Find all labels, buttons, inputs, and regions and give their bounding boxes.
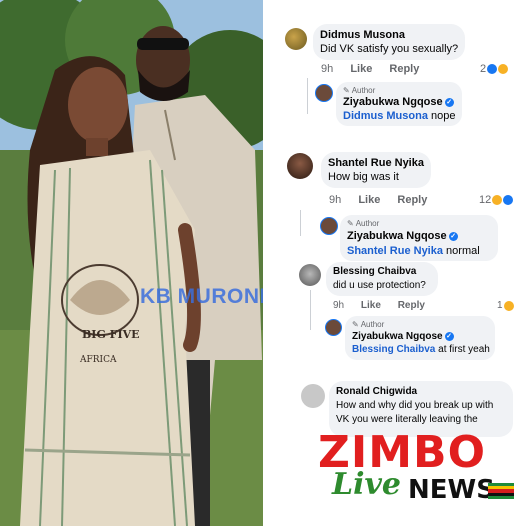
- reaction-number: 12: [479, 194, 492, 206]
- reaction-number: 2: [480, 63, 487, 75]
- verified-badge-icon: ✓: [444, 331, 454, 341]
- zimbo-live-news-logo: ZIMBO Live NEWS: [312, 425, 522, 525]
- pencil-icon: ✎: [352, 320, 359, 329]
- couple-photo: BIG FIVE AFRICA KB MURONDAH: [0, 0, 263, 526]
- comment-time: 9h: [329, 194, 342, 206]
- reply-body: nope: [431, 110, 456, 122]
- like-link[interactable]: Like: [350, 63, 372, 75]
- comment-text: did u use protection?: [333, 280, 426, 291]
- comment-bubble: Didmus Musona Did VK satisfy you sexuall…: [313, 24, 465, 60]
- reply-link[interactable]: Reply: [398, 300, 425, 311]
- reply-author-name: Ziyabukwa Ngqose: [347, 230, 447, 242]
- author-tag-label: Author: [355, 219, 380, 228]
- like-link[interactable]: Like: [361, 300, 381, 311]
- verified-badge-icon: ✓: [444, 97, 454, 107]
- pencil-icon: ✎: [343, 86, 350, 95]
- reply-text: Blessing Chaibva at first yeah: [352, 344, 490, 355]
- author-tag: ✎ Author: [343, 86, 375, 95]
- comment-author[interactable]: Ronald Chigwida: [336, 386, 417, 397]
- pencil-icon: ✎: [347, 219, 354, 228]
- haha-reaction-icon: [498, 64, 509, 74]
- africa-print: AFRICA: [79, 355, 117, 365]
- thread-line: [310, 290, 311, 330]
- comment-text-line: VK you were literally leaving the: [336, 414, 478, 425]
- big-five-print: BIG FIVE: [82, 328, 140, 341]
- reply-author[interactable]: Ziyabukwa Ngqose ✓: [352, 331, 454, 342]
- comment-author[interactable]: Didmus Musona: [320, 29, 405, 41]
- comment-author[interactable]: Shantel Rue Nyika: [328, 157, 424, 169]
- reaction-number: 1: [497, 300, 503, 311]
- comment-text-line: How and why did you break up with: [336, 400, 494, 411]
- reply-bubble: ✎ Author Ziyabukwa Ngqose ✓ Didmus Musona …: [336, 82, 462, 126]
- reply-body: at first yeah: [438, 344, 490, 355]
- reply-bubble: ✎ Author Ziyabukwa Ngqose ✓ Blessing Chaib…: [345, 316, 495, 360]
- reaction-count: 2: [480, 63, 509, 75]
- comment-time: 9h: [321, 63, 334, 75]
- avatar[interactable]: [315, 84, 333, 102]
- logo-live: Live: [332, 467, 402, 502]
- reply-author[interactable]: Ziyabukwa Ngqose ✓: [343, 96, 454, 108]
- photo-illustration: BIG FIVE AFRICA: [0, 0, 263, 526]
- comment-actions: 9h Like Reply: [329, 194, 441, 206]
- avatar[interactable]: [285, 28, 307, 50]
- comment-author[interactable]: Blessing Chaibva: [333, 266, 416, 277]
- reply-text: Shantel Rue Nyika normal: [347, 245, 480, 257]
- reply-author-name: Ziyabukwa Ngqose: [343, 96, 443, 108]
- logo-news: NEWS: [408, 475, 495, 505]
- reply-text: Didmus Musona nope: [343, 110, 456, 122]
- avatar[interactable]: [301, 384, 325, 408]
- avatar[interactable]: [299, 264, 321, 286]
- reply-author-name: Ziyabukwa Ngqose: [352, 331, 443, 342]
- avatar[interactable]: [320, 217, 338, 235]
- comment-text: How big was it: [328, 171, 399, 183]
- mention-link[interactable]: Didmus Musona: [343, 110, 428, 122]
- avatar[interactable]: [325, 319, 342, 336]
- author-tag: ✎ Author: [352, 320, 384, 329]
- reply-body: normal: [446, 245, 480, 257]
- author-tag: ✎ Author: [347, 219, 379, 228]
- comment-text: Did VK satisfy you sexually?: [320, 43, 459, 55]
- watermark: KB MURONDAH: [140, 285, 263, 308]
- reply-bubble: ✎ Author Ziyabukwa Ngqose ✓ Shantel Rue Ny…: [340, 215, 498, 261]
- verified-badge-icon: ✓: [448, 231, 458, 241]
- reaction-count: 1: [497, 300, 514, 311]
- like-reaction-icon: [503, 195, 514, 205]
- reply-link[interactable]: Reply: [397, 194, 427, 206]
- zimbabwe-flag-icon: [488, 483, 514, 499]
- comment-bubble: Blessing Chaibva did u use protection?: [326, 262, 438, 296]
- comment-bubble: Shantel Rue Nyika How big was it: [321, 152, 431, 188]
- comment-time: 9h: [333, 300, 345, 311]
- reply-link[interactable]: Reply: [389, 63, 419, 75]
- mention-link[interactable]: Shantel Rue Nyika: [347, 245, 443, 257]
- thread-line: [300, 210, 301, 236]
- reply-author[interactable]: Ziyabukwa Ngqose ✓: [347, 230, 458, 242]
- like-reaction-icon: [487, 64, 498, 74]
- avatar[interactable]: [287, 153, 313, 179]
- thread-line: [307, 78, 308, 114]
- reaction-count: 12: [479, 194, 514, 206]
- comment-actions: 9h Like Reply: [333, 300, 439, 311]
- author-tag-label: Author: [360, 320, 385, 329]
- author-tag-label: Author: [351, 86, 376, 95]
- haha-reaction-icon: [492, 195, 503, 205]
- like-link[interactable]: Like: [358, 194, 380, 206]
- comment-actions: 9h Like Reply: [321, 63, 433, 75]
- haha-reaction-icon: [503, 300, 514, 311]
- mention-link[interactable]: Blessing Chaibva: [352, 344, 435, 355]
